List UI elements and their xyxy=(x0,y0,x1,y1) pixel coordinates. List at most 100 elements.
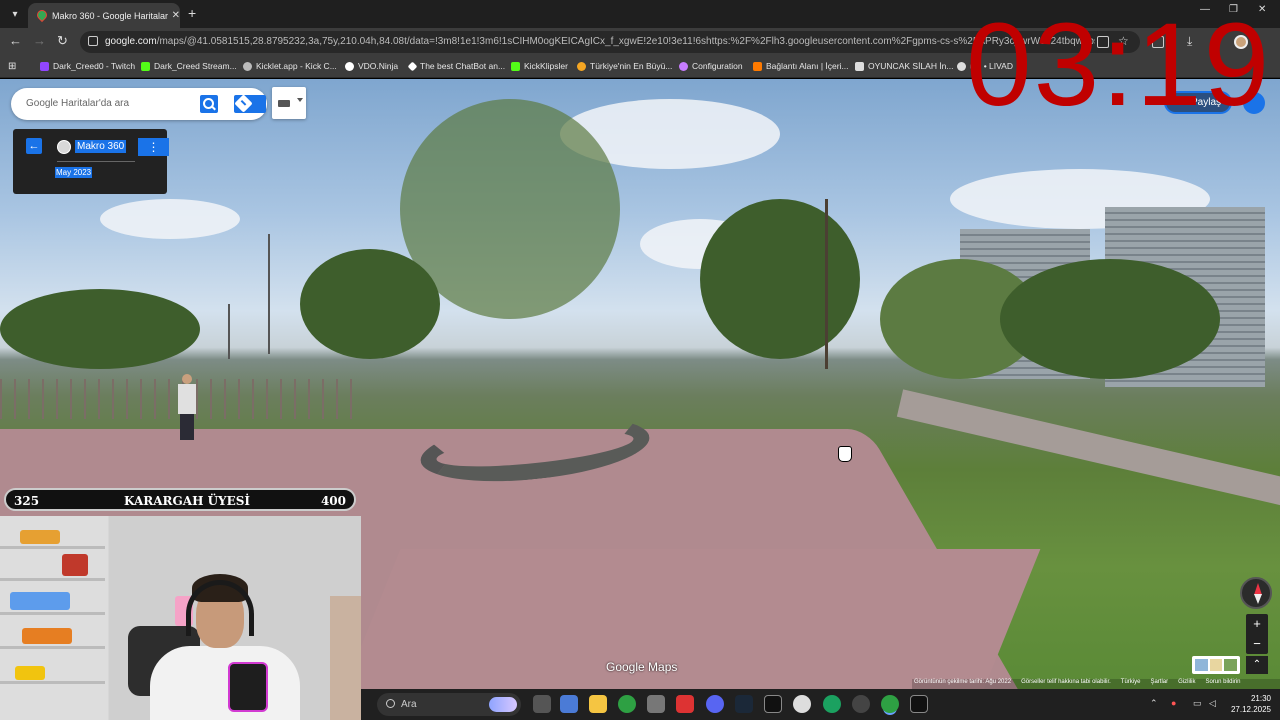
search-icon[interactable] xyxy=(200,95,218,113)
bookmark-item[interactable]: VDO.Ninja xyxy=(345,61,398,71)
compass-icon[interactable] xyxy=(1240,577,1272,609)
site-info-icon[interactable] xyxy=(88,36,98,46)
shelf xyxy=(0,578,105,581)
stream-timer: 03:19 xyxy=(966,0,1272,131)
tab-search-button[interactable]: ▾ xyxy=(6,5,24,23)
tab-close-icon[interactable]: ✕ xyxy=(172,10,180,21)
tree xyxy=(300,249,440,359)
tree xyxy=(1000,259,1220,379)
keyboard-icon xyxy=(278,100,290,107)
report-link[interactable]: Sorun bildirin xyxy=(1205,679,1240,689)
tray-chevron-icon[interactable]: ⌃ xyxy=(1150,698,1158,709)
new-tab-button[interactable]: + xyxy=(188,6,196,20)
toy xyxy=(15,666,45,680)
apps-grid-icon[interactable]: ⊞ xyxy=(8,61,16,72)
lamp-post xyxy=(825,199,828,369)
divider xyxy=(57,161,135,162)
bookmark-item[interactable]: Configuration xyxy=(679,61,743,71)
hand-cursor-icon xyxy=(838,446,852,462)
tree xyxy=(700,199,860,359)
stream-xp-bar: 325 KARARGAH ÜYESİ 400 xyxy=(4,488,356,511)
chrome-icon[interactable] xyxy=(618,695,636,713)
bookmark-item[interactable]: Türkiye'nin En Büyü... xyxy=(577,61,672,71)
bookmark-item[interactable]: Kicklet.app - Kick C... xyxy=(243,61,337,71)
taskbar-clock[interactable]: 21:30 27.12.2025 xyxy=(1225,693,1271,715)
toy xyxy=(10,592,70,610)
privacy-link[interactable]: Gizlilik xyxy=(1178,679,1195,689)
discord-icon[interactable] xyxy=(706,695,724,713)
github-icon xyxy=(957,61,966,71)
power-pylon xyxy=(228,304,230,359)
back-icon[interactable]: ← xyxy=(9,34,22,48)
capture-date: May 2023 xyxy=(55,167,93,178)
url-text: google.com/maps/@41.0581515,28.8795232,3… xyxy=(105,36,1095,47)
task-view-icon[interactable] xyxy=(533,695,551,713)
app-red-icon[interactable] xyxy=(676,695,694,713)
vdo-ninja-icon xyxy=(345,61,354,71)
toy xyxy=(62,554,88,576)
steam-icon[interactable] xyxy=(735,695,753,713)
streamer-body xyxy=(150,646,300,720)
directions-icon[interactable] xyxy=(234,94,266,113)
maps-favicon-icon xyxy=(36,10,46,22)
forward-icon[interactable]: → xyxy=(33,34,46,48)
app-cube-icon[interactable] xyxy=(647,695,665,713)
microphone xyxy=(228,662,268,712)
copyright-note: Görseller telif hakkına tabi olabilir. xyxy=(1021,679,1111,685)
bookmark-item[interactable]: Bağlantı Alanı | İçeri... xyxy=(753,61,849,71)
pedestrian xyxy=(176,374,198,444)
file-explorer-icon[interactable] xyxy=(589,695,607,713)
attribution-bar: Görüntünün çekilme tarihi: Ağu 2022 Görs… xyxy=(912,679,1280,689)
volume-icon[interactable]: ◁ xyxy=(1209,698,1216,709)
bookmark-item[interactable]: Dark_Creed0 - Twitch xyxy=(40,61,135,71)
zoom-control: + − xyxy=(1246,614,1268,654)
configuration-icon xyxy=(679,61,688,71)
app-green-icon[interactable] xyxy=(823,695,841,713)
tree xyxy=(0,289,200,369)
clock-time: 21:30 xyxy=(1250,694,1271,703)
microphone-icon[interactable]: ● xyxy=(1171,698,1176,708)
back-arrow-icon[interactable]: ← xyxy=(26,138,42,154)
chatbot-icon xyxy=(407,61,418,71)
street-view-place-card: ← Makro 360 ⋮ May 2023 xyxy=(13,129,169,194)
xp-current: 325 xyxy=(14,494,40,508)
expand-icon[interactable]: ⌃ xyxy=(1246,656,1268,674)
maps-search-box[interactable]: Google Haritalar'da ara xyxy=(11,88,267,120)
region-link[interactable]: Türkiye xyxy=(1121,679,1141,689)
epic-games-icon[interactable] xyxy=(764,695,782,713)
store-icon[interactable] xyxy=(560,695,578,713)
input-tools-button[interactable] xyxy=(272,87,306,119)
terms-link[interactable]: Şartlar xyxy=(1150,679,1168,689)
bookmark-item[interactable]: The best ChatBot an... xyxy=(407,61,505,71)
bookmark-item[interactable]: OYUNCAK SİLAH İn... xyxy=(855,61,954,71)
google-maps-logo: Google Maps xyxy=(606,660,678,674)
toy xyxy=(20,530,60,544)
chatgpt-icon[interactable] xyxy=(793,695,811,713)
shelf xyxy=(0,612,105,615)
obs-icon[interactable] xyxy=(852,695,870,713)
more-options-icon[interactable]: ⋮ xyxy=(138,138,169,156)
epic-games-icon[interactable] xyxy=(910,695,928,713)
webcam-feed xyxy=(0,516,361,720)
taskbar-search[interactable]: Ara xyxy=(377,693,521,716)
door xyxy=(330,596,361,720)
chrome-active-icon[interactable] xyxy=(881,695,899,713)
place-name[interactable]: Makro 360 xyxy=(75,140,127,153)
bookmark-item[interactable]: Dark_Creed Stream... xyxy=(141,61,237,71)
zoom-out-button[interactable]: − xyxy=(1246,634,1268,654)
xp-rank-title: KARARGAH ÜYESİ xyxy=(124,494,251,508)
zoom-in-button[interactable]: + xyxy=(1246,614,1268,634)
power-pylon xyxy=(268,234,270,354)
kicklet-icon xyxy=(243,61,252,71)
bookmark-item[interactable]: KickKlipsler xyxy=(511,61,568,71)
cloud xyxy=(100,199,240,239)
windows-taskbar: Ara ⌃ ● ▭ ◁ xyxy=(361,689,1280,720)
kick-icon xyxy=(141,61,150,71)
network-icon[interactable]: ▭ xyxy=(1193,698,1202,709)
walkway xyxy=(896,389,1280,512)
contributor-avatar xyxy=(57,140,71,154)
browser-tab[interactable]: Makro 360 - Google Haritalar ✕ xyxy=(28,3,180,28)
reload-icon[interactable]: ↻ xyxy=(57,34,68,48)
pink-path xyxy=(319,549,1041,689)
layers-thumbnail[interactable] xyxy=(1192,656,1240,674)
